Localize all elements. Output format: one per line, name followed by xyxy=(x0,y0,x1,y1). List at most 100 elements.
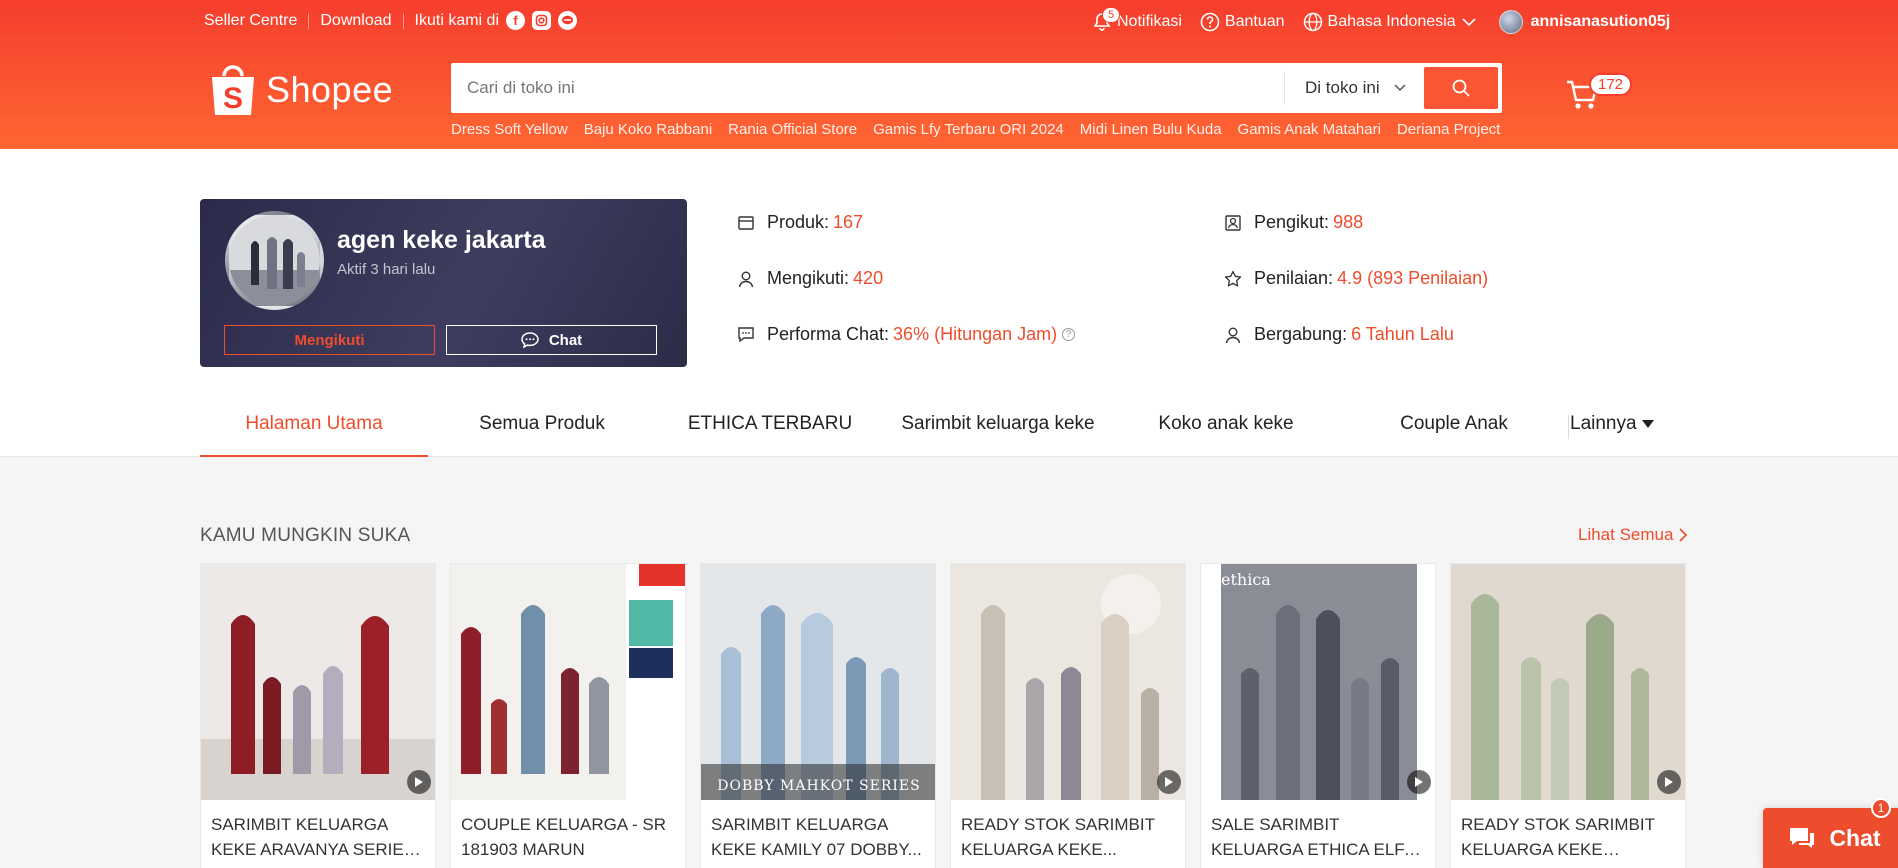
notifications-link[interactable]: 5 Notifikasi xyxy=(1092,7,1182,32)
product-card[interactable]: READY STOK SARIMBIT KELUARGA KEKE... xyxy=(950,563,1186,868)
product-name: READY STOK SARIMBIT KELUARGA KEKE... xyxy=(961,815,1155,859)
video-play-icon[interactable] xyxy=(1407,770,1431,794)
product-card[interactable]: COUPLE KELUARGA - SR 181903 MARUN xyxy=(450,563,686,868)
product-name: SARIMBIT KELUARGA KEKE ARAVANYA SERIES L… xyxy=(211,815,416,859)
shop-avatar[interactable] xyxy=(225,211,324,310)
line-icon[interactable] xyxy=(558,11,577,30)
notifications-label: Notifikasi xyxy=(1117,13,1182,30)
follow-button[interactable]: Mengikuti xyxy=(224,325,435,355)
floating-chat-badge: 1 xyxy=(1871,798,1891,818)
product-card[interactable]: DOBBY MAHKOT SERIES SARIMBIT KELUARGA KE… xyxy=(700,563,936,868)
user-check-icon xyxy=(1225,327,1241,343)
suggestion-link[interactable]: Deriana Project xyxy=(1397,121,1500,138)
svg-text:S: S xyxy=(223,82,243,115)
chat-button-label: Chat xyxy=(548,331,583,349)
video-play-icon[interactable] xyxy=(407,770,431,794)
site-header: Seller Centre Download Ikuti kami di f 5… xyxy=(0,0,1898,149)
shop-info-section: agen keke jakarta Aktif 3 hari lalu Meng… xyxy=(0,149,1898,457)
facebook-icon[interactable]: f xyxy=(506,11,525,30)
shopee-logo[interactable]: S Shopee xyxy=(208,62,393,118)
cart-count-badge: 172 xyxy=(1589,73,1633,96)
help-label: Bantuan xyxy=(1224,13,1285,30)
product-image: ethica xyxy=(1201,564,1435,800)
shop-tabs: Halaman Utama Semua Produk ETHICA TERBAR… xyxy=(200,393,1682,457)
chevron-right-icon xyxy=(1679,528,1688,542)
video-play-icon[interactable] xyxy=(1657,770,1681,794)
search-bar: Di toko ini xyxy=(451,63,1502,113)
help-icon xyxy=(1200,12,1220,32)
stat-products-label: Produk: xyxy=(767,212,830,232)
product-grid: SARIMBIT KELUARGA KEKE ARAVANYA SERIES L… xyxy=(200,563,1700,868)
chat-bubble-icon xyxy=(521,332,539,348)
see-all-link[interactable]: Lihat Semua xyxy=(1578,525,1688,545)
chat-performance-icon xyxy=(738,326,754,342)
search-button[interactable] xyxy=(1424,67,1498,109)
user-avatar xyxy=(1498,10,1523,34)
suggestion-link[interactable]: Midi Linen Bulu Kuda xyxy=(1080,121,1222,138)
stat-products-value: 167 xyxy=(833,212,864,232)
chevron-down-icon xyxy=(1394,84,1406,92)
stat-joined: Bergabung: 6 Tahun Lalu xyxy=(1224,324,1454,345)
shop-card: agen keke jakarta Aktif 3 hari lalu Meng… xyxy=(200,199,687,367)
shop-name: agen keke jakarta xyxy=(337,226,546,254)
product-name: SALE SARIMBIT KELUARGA ETHICA ELFA 284..… xyxy=(1211,815,1415,859)
seller-centre-link[interactable]: Seller Centre xyxy=(204,12,297,30)
stat-chat-performance-value: 36% (Hitungan Jam) xyxy=(893,324,1058,344)
video-play-icon[interactable] xyxy=(1157,770,1181,794)
top-navbar: Seller Centre Download Ikuti kami di f 5… xyxy=(0,0,1898,42)
user-icon xyxy=(738,271,754,287)
shop-active-status: Aktif 3 hari lalu xyxy=(337,261,436,278)
chat-button[interactable]: Chat xyxy=(446,325,657,355)
tab-couple-anak[interactable]: Couple Anak xyxy=(1340,393,1568,457)
download-link[interactable]: Download xyxy=(320,12,391,30)
info-icon[interactable]: ? xyxy=(1062,328,1076,341)
suggestion-link[interactable]: Rania Official Store xyxy=(728,121,857,138)
product-image xyxy=(451,564,685,800)
follow-us-label: Ikuti kami di xyxy=(414,11,499,29)
product-card[interactable]: READY STOK SARIMBIT KELUARGA KEKE VALERI… xyxy=(1450,563,1686,868)
instagram-icon[interactable] xyxy=(532,11,551,30)
store-icon xyxy=(738,215,754,230)
product-image xyxy=(1451,564,1685,800)
suggestion-link[interactable]: Gamis Lfy Terbaru ORI 2024 xyxy=(873,121,1064,138)
tab-divider xyxy=(1568,415,1569,439)
tab-halaman-utama[interactable]: Halaman Utama xyxy=(200,393,428,457)
stat-followers-value: 988 xyxy=(1333,212,1364,232)
stat-chat-performance-label: Performa Chat: xyxy=(767,324,890,344)
stat-followers: Pengikut: 988 xyxy=(1224,212,1363,233)
stat-rating-value[interactable]: 4.9 (893 Penilaian) xyxy=(1337,268,1488,289)
globe-icon xyxy=(1303,12,1322,32)
shopee-bag-icon: S xyxy=(208,62,258,118)
floating-chat-label: Chat xyxy=(1829,824,1881,851)
tab-sarimbit-keluarga-keke[interactable]: Sarimbit keluarga keke xyxy=(884,393,1112,457)
product-card[interactable]: SARIMBIT KELUARGA KEKE ARAVANYA SERIES L… xyxy=(200,563,436,868)
tab-koko-anak-keke[interactable]: Koko anak keke xyxy=(1112,393,1340,457)
stat-rating: Penilaian: 4.9 (893 Penilaian) xyxy=(1224,268,1488,289)
see-all-label: Lihat Semua xyxy=(1578,525,1674,544)
product-card[interactable]: ethica SALE SARIMBIT KELUARGA ETHICA ELF… xyxy=(1200,563,1436,868)
search-input[interactable] xyxy=(451,65,1281,111)
product-image-caption: DOBBY MAHKOT SERIES xyxy=(717,778,921,794)
language-selector[interactable]: Bahasa Indonesia xyxy=(1303,12,1481,32)
tab-more-label: Lainnya xyxy=(1570,413,1637,434)
suggestion-link[interactable]: Dress Soft Yellow xyxy=(451,121,568,138)
suggestion-link[interactable]: Gamis Anak Matahari xyxy=(1238,121,1381,138)
tab-ethica-terbaru[interactable]: ETHICA TERBARU xyxy=(656,393,884,457)
stat-following-value: 420 xyxy=(853,268,884,288)
help-link[interactable]: Bantuan xyxy=(1200,12,1285,32)
stat-chat-performance: Performa Chat: 36% (Hitungan Jam) ? xyxy=(737,324,1076,345)
search-scope-dropdown[interactable]: Di toko ini xyxy=(1284,71,1414,105)
stat-joined-label: Bergabung: xyxy=(1254,324,1348,344)
tab-more-dropdown[interactable]: Lainnya xyxy=(1570,413,1655,435)
section-title: KAMU MUNGKIN SUKA xyxy=(200,525,411,546)
divider xyxy=(308,12,310,29)
user-account-menu[interactable]: annisanasution05j xyxy=(1498,10,1670,34)
product-name: COUPLE KELUARGA - SR 181903 MARUN xyxy=(461,815,667,859)
topbar-left: Seller Centre Download Ikuti kami di f xyxy=(204,11,577,30)
stat-followers-label: Pengikut: xyxy=(1254,212,1330,232)
chat-icon xyxy=(1790,828,1815,848)
suggestion-link[interactable]: Baju Koko Rabbani xyxy=(584,121,712,138)
tab-semua-produk[interactable]: Semua Produk xyxy=(428,393,656,457)
divider xyxy=(402,12,404,29)
search-suggestions: Dress Soft Yellow Baju Koko Rabbani Rani… xyxy=(451,121,1516,138)
